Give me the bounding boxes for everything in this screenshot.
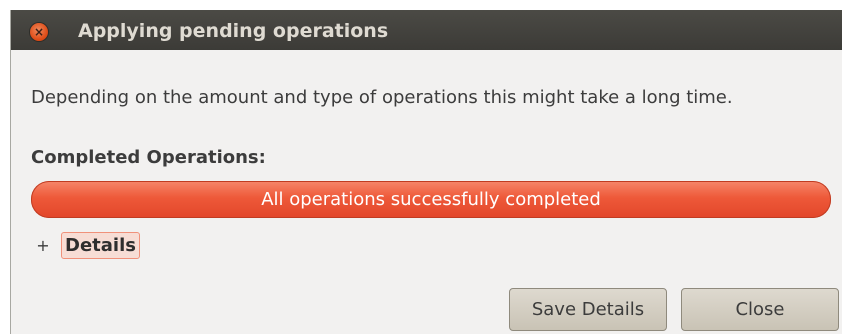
completed-operations-label: Completed Operations: (31, 147, 266, 168)
details-expander[interactable]: + Details (31, 229, 140, 261)
titlebar: × Applying pending operations (11, 10, 842, 50)
progress-text: All operations successfully completed (261, 189, 601, 210)
dialog-window: × Applying pending operations Depending … (10, 10, 842, 334)
close-window-icon[interactable]: × (30, 23, 48, 41)
save-details-button[interactable]: Save Details (509, 288, 667, 331)
close-button[interactable]: Close (681, 288, 839, 331)
progress-bar: All operations successfully completed (31, 181, 831, 218)
expand-plus-icon[interactable]: + (31, 233, 55, 257)
details-label[interactable]: Details (61, 231, 140, 259)
close-glyph: × (33, 25, 45, 39)
window-title: Applying pending operations (78, 20, 389, 42)
description-text: Depending on the amount and type of oper… (31, 87, 733, 108)
